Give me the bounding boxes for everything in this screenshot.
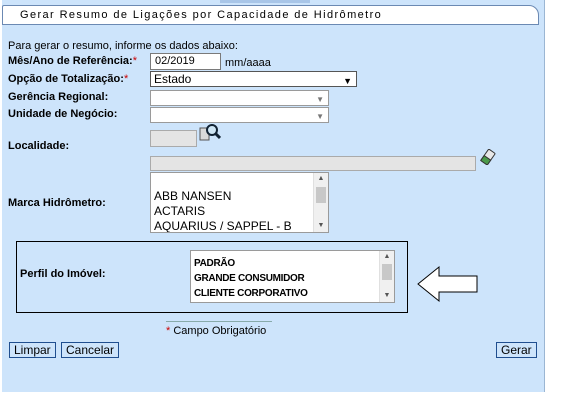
separator [166, 321, 272, 322]
top-accent [220, 0, 310, 3]
scroll-up-icon[interactable]: ▲ [380, 251, 394, 263]
perfil-label: Perfil do Imóvel: [20, 268, 106, 280]
localidade-code-input[interactable] [150, 130, 197, 147]
scroll-thumb[interactable] [382, 264, 392, 280]
mes-ano-label: Mês/Ano de Referência:* [8, 55, 137, 67]
mes-ano-input[interactable]: 02/2019 [150, 53, 221, 70]
scroll-down-icon[interactable]: ▼ [380, 290, 394, 302]
scroll-thumb[interactable] [316, 187, 326, 203]
totalizacao-label: Opção de Totalização:* [8, 73, 129, 85]
list-item[interactable]: ABB NANSEN [154, 189, 231, 203]
scrollbar[interactable]: ▲ ▼ [379, 251, 394, 302]
scrollbar[interactable]: ▲ ▼ [313, 173, 328, 232]
mes-ano-hint: mm/aaaa [225, 57, 271, 69]
marca-label: Marca Hidrômetro: [8, 197, 106, 209]
instructions-text: Para gerar o resumo, informe os dados ab… [8, 40, 238, 52]
unidade-select[interactable]: ▼ [150, 107, 329, 123]
eraser-icon[interactable] [480, 148, 496, 166]
marca-listbox[interactable]: ABB NANSEN ACTARIS AQUARIUS / SAPPEL - B… [150, 172, 329, 233]
left-arrow-annotation-icon [417, 265, 479, 303]
unidade-label: Unidade de Negócio: [8, 108, 118, 120]
cancelar-button[interactable]: Cancelar [61, 342, 120, 358]
chevron-down-icon: ▼ [316, 95, 324, 104]
list-item[interactable]: GRANDE CONSUMIDOR [194, 273, 305, 284]
localidade-name-input [150, 156, 476, 171]
limpar-button[interactable]: Limpar [9, 342, 56, 358]
required-note: * Campo Obrigatório [166, 325, 267, 337]
list-item[interactable]: CLIENTE CORPORATIVO [194, 288, 308, 299]
chevron-down-icon: ▼ [316, 112, 324, 121]
title-bar: Gerar Resumo de Ligações por Capacidade … [2, 5, 539, 25]
list-item[interactable]: PADRÃO [194, 258, 235, 269]
gerencia-select[interactable]: ▼ [150, 90, 329, 106]
scroll-down-icon[interactable]: ▼ [314, 220, 328, 232]
totalizacao-value: Estado [154, 72, 192, 86]
magnifier-icon[interactable] [199, 123, 222, 143]
page-title: Gerar Resumo de Ligações por Capacidade … [20, 9, 383, 21]
perfil-listbox[interactable]: PADRÃO GRANDE CONSUMIDOR CLIENTE CORPORA… [190, 250, 395, 303]
list-item[interactable]: ACTARIS [154, 204, 205, 218]
list-item[interactable]: AQUARIUS / SAPPEL - B [154, 219, 292, 232]
scroll-up-icon[interactable]: ▲ [314, 173, 328, 185]
localidade-label: Localidade: [8, 140, 70, 152]
gerencia-label: Gerência Regional: [8, 91, 109, 103]
chevron-down-icon: ▼ [343, 76, 352, 86]
totalizacao-select[interactable]: Estado ▼ [150, 71, 357, 87]
gerar-button[interactable]: Gerar [496, 342, 537, 358]
